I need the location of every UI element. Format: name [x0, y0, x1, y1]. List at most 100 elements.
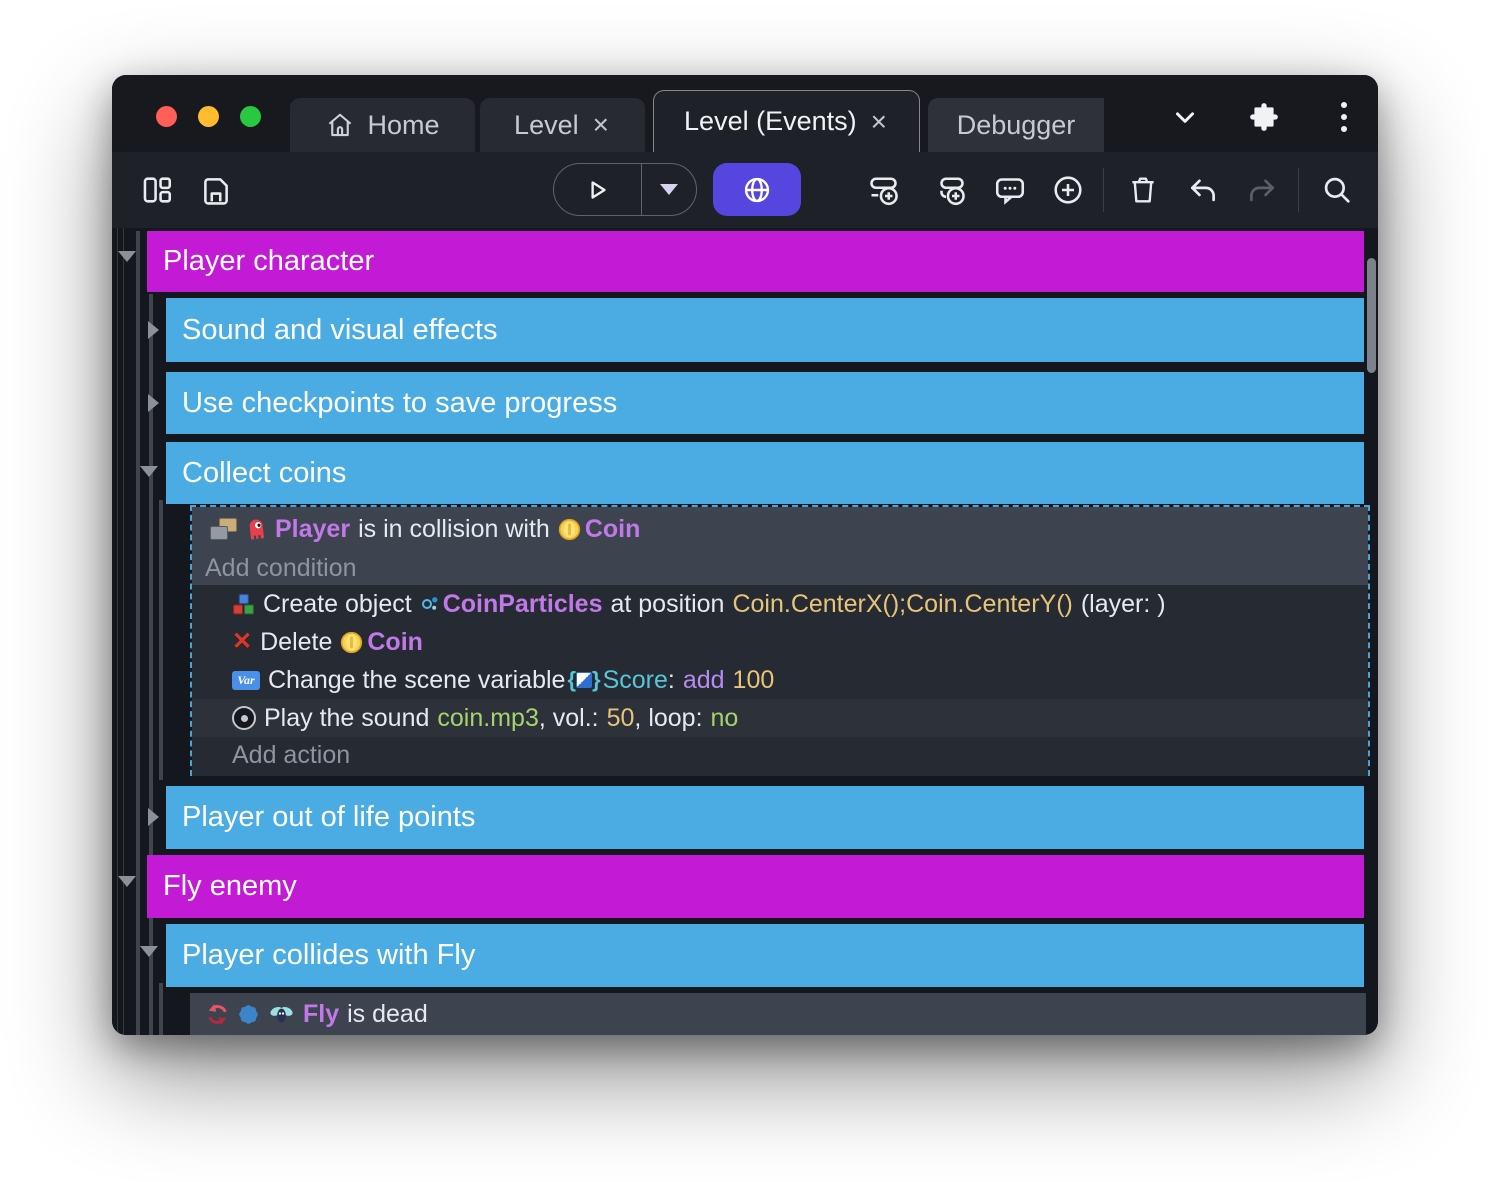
layer-text: (layer: ) — [1081, 590, 1166, 619]
scrollbar-thumb[interactable] — [1367, 258, 1376, 373]
group-player-character[interactable]: Player character — [147, 231, 1364, 292]
object-name: Fly — [303, 1000, 339, 1029]
save-icon[interactable] — [198, 172, 234, 208]
collapse-arrow[interactable] — [118, 251, 136, 262]
collision-icon — [210, 518, 237, 540]
action-text: , vol.: — [539, 704, 599, 733]
tab-home[interactable]: Home — [290, 98, 475, 152]
app-window: Home Level × Level (Events) × Debugger — [112, 75, 1378, 1035]
tab-label: Home — [367, 110, 439, 141]
circle-plus-icon[interactable] — [1050, 172, 1086, 208]
add-subevent-icon[interactable] — [934, 172, 970, 208]
home-icon — [325, 110, 355, 140]
group-label: Player collides with Fly — [182, 939, 475, 972]
tab-label: Level — [514, 110, 579, 141]
collapse-arrow[interactable] — [118, 876, 136, 887]
group-player-collides-fly[interactable]: Player collides with Fly — [166, 924, 1364, 987]
condition-player-collision[interactable]: Player is in collision with Coin — [192, 507, 1368, 551]
close-tab-icon[interactable]: × — [869, 108, 889, 136]
action-delete[interactable]: ✕ Delete Coin — [192, 623, 1368, 661]
event-coin-collision[interactable]: Player is in collision with Coin Add con… — [190, 505, 1370, 776]
action-text: at position — [610, 590, 724, 619]
sound-file: coin.mp3 — [437, 704, 538, 733]
expand-arrow[interactable] — [148, 394, 159, 412]
group-collect-coins[interactable]: Collect coins — [166, 442, 1364, 504]
action-change-variable[interactable]: Var Change the scene variable Score : ad… — [192, 661, 1368, 699]
tab-level-events[interactable]: Level (Events) × — [653, 90, 920, 152]
variable-icon: Var — [232, 671, 260, 690]
colon: : — [668, 666, 675, 695]
add-comment-icon[interactable] — [992, 172, 1028, 208]
group-label: Sound and visual effects — [182, 314, 497, 347]
tab-label: Debugger — [957, 110, 1076, 141]
action-create-object[interactable]: Create object CoinParticles at position … — [192, 585, 1368, 623]
add-condition-button[interactable]: Add condition — [192, 551, 1368, 585]
group-sound-effects[interactable]: Sound and visual effects — [166, 298, 1364, 362]
condition-text: is dead — [347, 1000, 428, 1029]
behavior-gear-icon: G — [237, 1003, 260, 1026]
action-text: , loop: — [634, 704, 702, 733]
action-text: Delete — [260, 628, 332, 657]
extensions-puzzle-icon[interactable] — [1244, 97, 1284, 137]
play-preview-button[interactable] — [554, 164, 642, 215]
action-text: Play the sound — [264, 704, 429, 733]
group-label: Player character — [163, 245, 374, 278]
object-name: Coin — [585, 515, 641, 544]
globe-icon — [741, 174, 773, 206]
collapse-arrow[interactable] — [140, 466, 158, 477]
expand-arrow[interactable] — [148, 808, 159, 826]
particles-object-icon — [420, 594, 440, 614]
kebab-menu-icon[interactable] — [1324, 97, 1364, 137]
actions-area: Create object CoinParticles at position … — [192, 585, 1368, 776]
add-action-button[interactable]: Add action — [192, 737, 1368, 773]
panel-layout-icon[interactable] — [139, 172, 175, 208]
event-spine — [159, 500, 163, 780]
toolbar — [112, 152, 1378, 228]
event-spine — [159, 983, 163, 1035]
group-label: Player out of life points — [182, 801, 475, 834]
add-event-icon[interactable] — [867, 172, 903, 208]
preview-options-dropdown[interactable] — [642, 164, 696, 215]
fly-object-icon — [268, 1004, 295, 1025]
network-preview-button[interactable] — [713, 163, 801, 216]
player-object-icon — [245, 517, 267, 541]
coin-object-icon — [558, 518, 581, 541]
event-sheet: Player character Sound and visual effect… — [112, 228, 1378, 1035]
search-icon[interactable] — [1319, 172, 1355, 208]
redo-icon[interactable] — [1244, 172, 1280, 208]
group-label: Collect coins — [182, 457, 346, 490]
tab-debugger[interactable]: Debugger — [928, 98, 1104, 152]
collapse-arrow[interactable] — [140, 946, 158, 957]
object-name: Coin — [367, 628, 423, 657]
undo-icon[interactable] — [1185, 172, 1221, 208]
object-name: CoinParticles — [443, 590, 603, 619]
action-text: Create object — [263, 590, 412, 619]
action-text: Change the scene variable — [268, 666, 565, 695]
group-label: Fly enemy — [163, 870, 297, 903]
inverted-condition-icon — [206, 1003, 229, 1026]
close-window-button[interactable] — [156, 106, 177, 127]
close-tab-icon[interactable]: × — [591, 111, 611, 139]
chevron-down-icon[interactable] — [1165, 97, 1205, 137]
volume-value: 50 — [607, 704, 635, 733]
minimize-window-button[interactable] — [198, 106, 219, 127]
group-checkpoints[interactable]: Use checkpoints to save progress — [166, 372, 1364, 434]
object-name: Player — [275, 515, 350, 544]
condition-fly-is-dead[interactable]: G Fly is dead — [190, 993, 1366, 1035]
preview-button-group — [553, 163, 697, 216]
expression: Coin.CenterX();Coin.CenterY() — [732, 590, 1072, 619]
group-label: Use checkpoints to save progress — [182, 387, 617, 420]
variable-name: Score — [603, 666, 668, 695]
group-spine — [136, 231, 140, 1035]
tab-level[interactable]: Level × — [480, 98, 645, 152]
action-play-sound[interactable]: Play the sound coin.mp3 , vol.: 50 , loo… — [192, 699, 1368, 737]
expand-arrow[interactable] — [148, 321, 159, 339]
value: 100 — [733, 666, 775, 695]
indent-guide — [117, 228, 118, 1035]
group-fly-enemy[interactable]: Fly enemy — [147, 855, 1364, 918]
coin-object-icon — [340, 631, 363, 654]
conditions-area: Player is in collision with Coin Add con… — [192, 507, 1368, 585]
group-out-of-life[interactable]: Player out of life points — [166, 786, 1364, 849]
zoom-window-button[interactable] — [240, 106, 261, 127]
trash-icon[interactable] — [1125, 172, 1161, 208]
